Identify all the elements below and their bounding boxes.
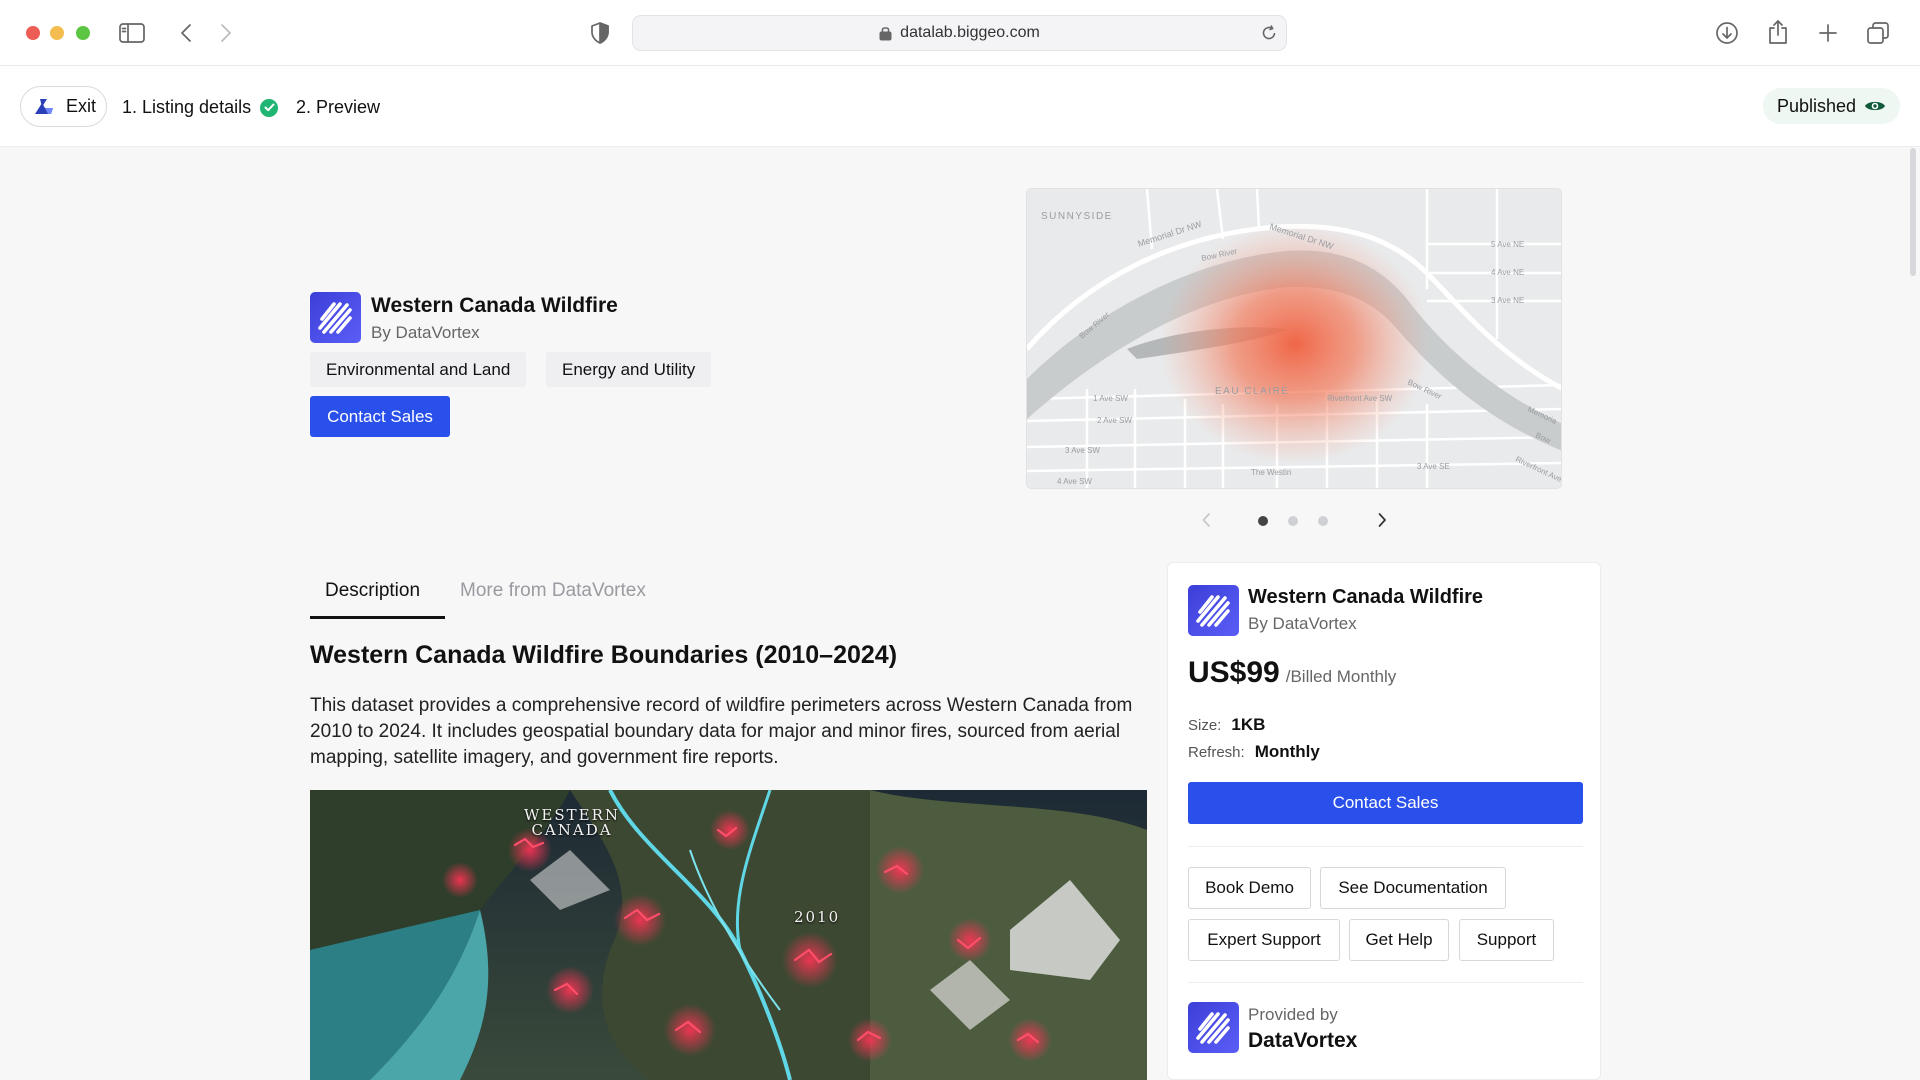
get-help-button[interactable]: Get Help <box>1349 919 1449 961</box>
tab-active-indicator <box>310 616 445 619</box>
size-value: 1KB <box>1231 715 1266 734</box>
exit-button[interactable]: Exit <box>20 86 107 127</box>
close-window-button[interactable] <box>26 26 40 40</box>
hero-contact-sales-button[interactable]: Contact Sales <box>310 396 450 437</box>
datavortex-logo-icon <box>310 292 361 343</box>
carousel-dot[interactable] <box>1288 516 1298 526</box>
hero-title: Western Canada Wildfire <box>371 294 618 317</box>
check-icon <box>260 98 279 117</box>
url-text: datalab.biggeo.com <box>900 24 1040 41</box>
map-label: EAU CLAIRE <box>1215 386 1289 397</box>
size-label: Size: <box>1188 716 1222 734</box>
price: US$99 /Billed Monthly <box>1188 656 1396 690</box>
published-label: Published <box>1776 95 1856 116</box>
see-documentation-button[interactable]: See Documentation <box>1320 867 1506 909</box>
map-label: 4 Ave SW <box>1057 477 1092 486</box>
map-preview-image[interactable]: SUNNYSIDE Memorial Dr NW Memorial Dr NW … <box>1026 188 1562 489</box>
refresh-row: Refresh: Monthly <box>1188 742 1320 762</box>
biggeo-logo-icon <box>34 98 54 116</box>
price-billing-period: /Billed Monthly <box>1285 667 1397 686</box>
category-tag[interactable]: Energy and Utility <box>546 352 712 387</box>
tabs-icon[interactable] <box>1865 20 1891 46</box>
chevron-right-icon[interactable] <box>1374 510 1390 530</box>
shield-icon[interactable] <box>588 21 612 45</box>
description-body: This dataset provides a comprehensive re… <box>310 695 1133 768</box>
reload-icon[interactable] <box>1260 24 1278 42</box>
datavortex-logo-icon <box>1188 1002 1239 1053</box>
dataset-illustration-image: WESTERN CANADA 2010 <box>310 790 1147 1080</box>
category-tag[interactable]: Environmental and Land <box>310 352 527 387</box>
divider <box>1188 846 1583 847</box>
share-icon[interactable] <box>1765 18 1791 46</box>
map-label: 3 Ave NE <box>1491 296 1524 305</box>
step-listing-details[interactable]: 1. Listing details <box>122 97 279 118</box>
new-tab-icon[interactable] <box>1815 20 1841 46</box>
map-label: 5 Ave NE <box>1491 240 1524 249</box>
lock-icon <box>879 25 892 41</box>
size-row: Size: 1KB <box>1188 715 1265 735</box>
exit-label: Exit <box>66 96 97 116</box>
support-button[interactable]: Support <box>1459 919 1554 961</box>
map-label: 2 Ave SW <box>1097 416 1132 425</box>
card-provider: By DataVortex <box>1248 614 1357 633</box>
zoom-window-button[interactable] <box>76 26 90 40</box>
map-label: 4 Ave NE <box>1491 268 1524 277</box>
refresh-value: Monthly <box>1254 742 1320 761</box>
tab-more-from-datavortex[interactable]: More from DataVortex <box>460 580 646 602</box>
carousel-dot[interactable] <box>1318 516 1328 526</box>
carousel-dot[interactable] <box>1258 516 1268 526</box>
refresh-label: Refresh: <box>1188 743 1245 761</box>
image-region-label: WESTERN CANADA <box>524 806 621 839</box>
provided-by-label: Provided by <box>1248 1005 1338 1024</box>
published-status-badge[interactable]: Published <box>1762 88 1900 124</box>
back-icon[interactable] <box>176 20 196 46</box>
browser-toolbar: datalab.biggeo.com <box>0 0 1920 66</box>
image-year-label: 2010 <box>794 908 841 926</box>
minimize-window-button[interactable] <box>50 26 64 40</box>
sidebar-icon[interactable] <box>118 20 146 46</box>
map-label: SUNNYSIDE <box>1041 211 1113 222</box>
step-preview[interactable]: 2. Preview <box>296 97 380 118</box>
provider-name-link[interactable]: DataVortex <box>1248 1029 1357 1053</box>
forward-icon[interactable] <box>216 20 236 46</box>
hero-provider: By DataVortex <box>371 323 480 342</box>
chevron-left-icon[interactable] <box>1198 510 1214 530</box>
description-heading: Western Canada Wildfire Boundaries (2010… <box>310 641 898 669</box>
tab-description[interactable]: Description <box>325 580 420 602</box>
address-bar[interactable]: datalab.biggeo.com <box>632 15 1287 51</box>
map-label: 3 Ave SE <box>1417 462 1450 471</box>
map-label: 3 Ave SW <box>1065 446 1100 455</box>
divider <box>1188 982 1583 983</box>
step-listing-details-label: 1. Listing details <box>122 97 252 117</box>
datavortex-logo-icon <box>1188 585 1239 636</box>
download-icon[interactable] <box>1714 20 1740 46</box>
pricing-card: Western Canada Wildfire By DataVortex US… <box>1167 562 1601 1080</box>
expert-support-button[interactable]: Expert Support <box>1188 919 1340 961</box>
price-amount: US$99 <box>1188 656 1280 689</box>
card-contact-sales-button[interactable]: Contact Sales <box>1188 782 1583 824</box>
page-scrollbar-thumb[interactable] <box>1910 148 1916 276</box>
listing-editor-header: Exit 1. Listing details 2. Preview Publi… <box>0 66 1920 147</box>
eye-icon <box>1864 99 1886 113</box>
card-title: Western Canada Wildfire <box>1248 586 1484 608</box>
map-label: 1 Ave SW <box>1093 394 1128 403</box>
book-demo-button[interactable]: Book Demo <box>1188 867 1311 909</box>
map-label: Riverfront Ave SW <box>1327 394 1393 403</box>
step-preview-label: 2. Preview <box>296 97 381 117</box>
map-label: The Westin <box>1251 468 1291 477</box>
